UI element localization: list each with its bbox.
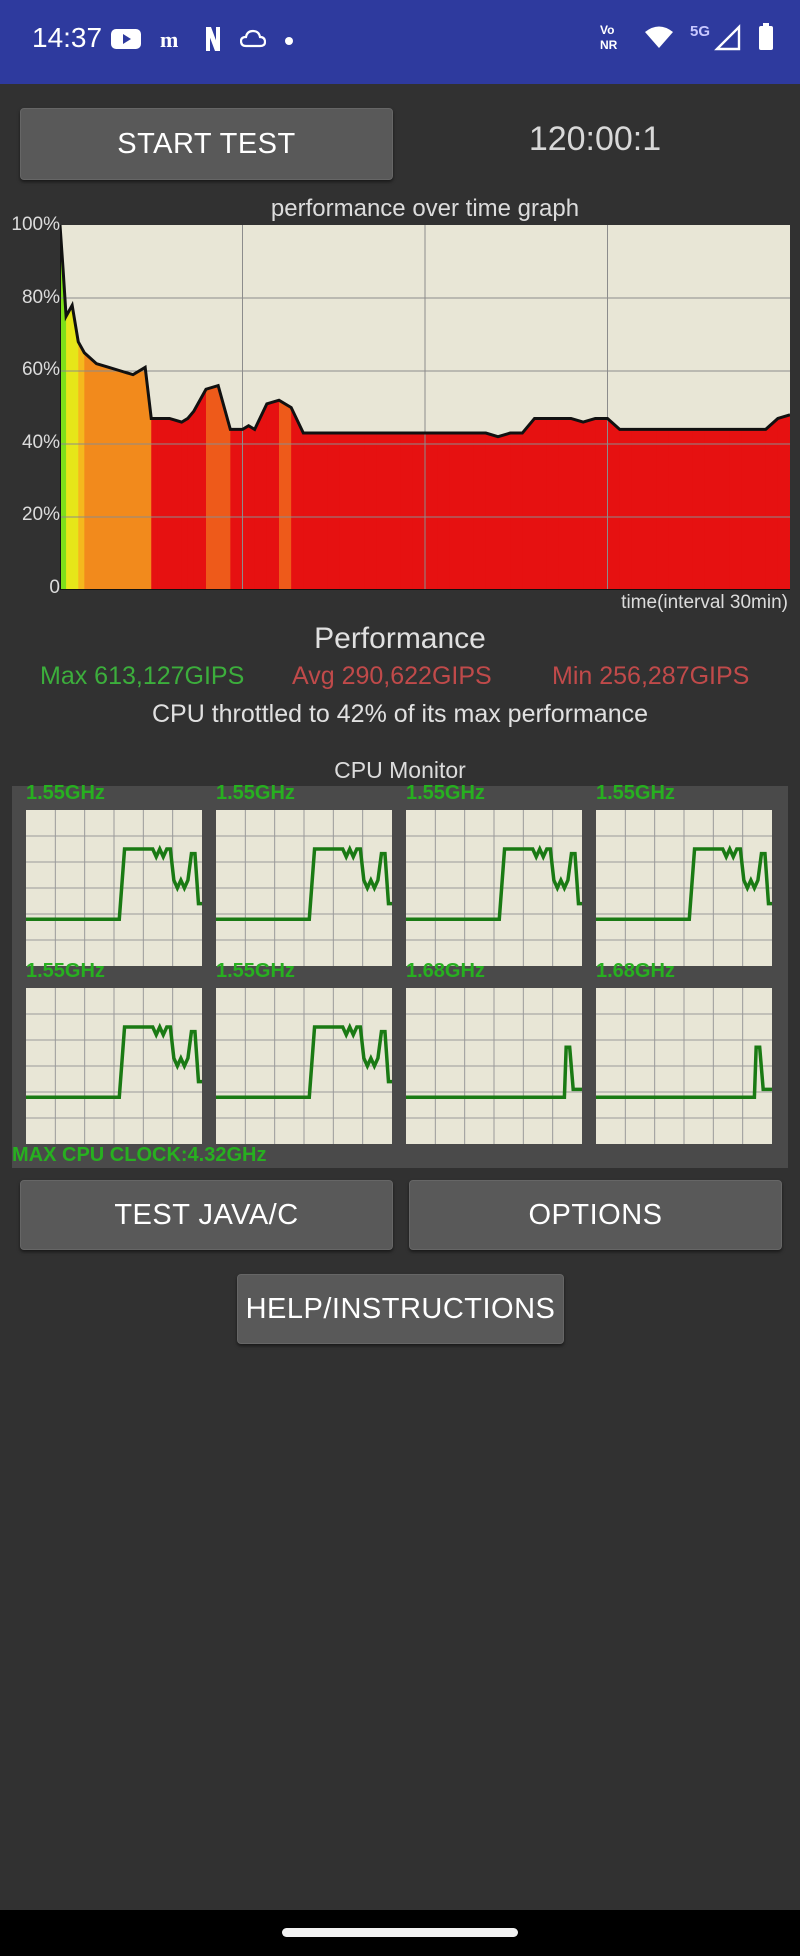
y-tick-label: 80% <box>21 287 60 308</box>
medium-icon: m <box>160 27 186 55</box>
start-test-button[interactable]: START TEST <box>20 108 393 180</box>
cpu-monitor-panel: 1.55GHz 1.55GHz 1.55GHz 1.55GHz 1.55GHz … <box>12 782 788 1168</box>
performance-chart <box>60 225 790 590</box>
y-tick-label: 0 <box>49 577 60 598</box>
y-tick-label: 100% <box>11 214 60 235</box>
svg-text:NR: NR <box>600 38 618 52</box>
core-frequency: 1.55GHz <box>26 782 105 804</box>
youtube-icon <box>110 27 142 56</box>
y-tick-label: 20% <box>21 504 60 525</box>
max-cpu-clock: MAX CPU CLOCK:4.32GHz <box>12 1144 267 1166</box>
cpu-core-graph: 1.55GHz <box>596 782 772 966</box>
cpu-monitor-title: CPU Monitor <box>334 757 466 783</box>
core-frequency: 1.55GHz <box>406 782 485 804</box>
core-frequency: 1.55GHz <box>216 782 295 804</box>
core-frequency: 1.55GHz <box>596 782 675 804</box>
cpu-core-graph: 1.55GHz <box>216 782 392 966</box>
home-gesture-handle[interactable] <box>282 1928 518 1937</box>
cpu-core-graph: 1.68GHz <box>596 960 772 1144</box>
cpu-core-graph: 1.55GHz <box>26 782 202 966</box>
svg-text:Vo: Vo <box>600 23 614 37</box>
test-timer: 120:00:1 <box>528 120 662 158</box>
options-button[interactable]: OPTIONS <box>409 1180 782 1250</box>
wifi-icon <box>644 25 674 54</box>
min-performance: Min 256,287GIPS <box>552 662 750 690</box>
cpu-core-graph: 1.55GHz <box>406 782 582 966</box>
volte-icon: Vo NR <box>600 22 628 57</box>
y-tick-label: 40% <box>21 432 60 453</box>
help-instructions-button[interactable]: HELP/INSTRUCTIONS <box>237 1274 564 1344</box>
svg-text:m: m <box>160 28 178 50</box>
navigation-bar <box>0 1910 800 1956</box>
status-time: 14:37 <box>32 22 103 53</box>
signal-5g-icon: 5G <box>690 22 742 57</box>
throttle-summary: CPU throttled to 42% of its max performa… <box>151 700 649 728</box>
core-frequency: 1.55GHz <box>216 960 295 982</box>
core-frequency: 1.68GHz <box>596 960 675 982</box>
performance-heading: Performance <box>314 622 486 655</box>
dot-icon <box>284 33 294 51</box>
avg-performance: Avg 290,622GIPS <box>292 662 492 690</box>
cpu-core-graph: 1.68GHz <box>406 960 582 1144</box>
graph-title: performance over time graph <box>270 195 580 222</box>
core-frequency: 1.68GHz <box>406 960 485 982</box>
max-performance: Max 613,127GIPS <box>40 662 245 690</box>
cpu-core-graph: 1.55GHz <box>26 960 202 1144</box>
y-tick-label: 60% <box>21 359 60 380</box>
svg-text:5G: 5G <box>690 23 710 40</box>
cpu-core-graph: 1.55GHz <box>216 960 392 1144</box>
test-java-c-button[interactable]: TEST JAVA/C <box>20 1180 393 1250</box>
status-bar: 14:37 m Vo NR 5G <box>0 0 800 84</box>
x-axis-label: time(interval 30min) <box>621 592 788 613</box>
core-frequency: 1.55GHz <box>26 960 105 982</box>
battery-icon <box>758 23 774 56</box>
netflix-icon <box>204 26 222 57</box>
cloud-icon <box>239 29 267 54</box>
